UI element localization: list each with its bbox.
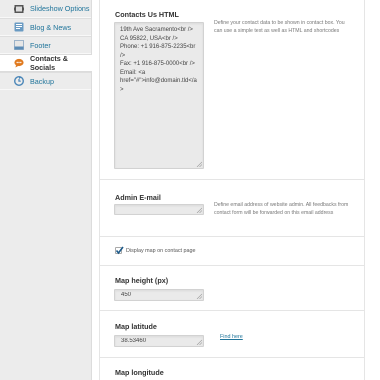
map-latitude-input[interactable] <box>121 337 197 344</box>
map-latitude-field-wrap <box>114 335 204 347</box>
contacts-html-description: Define your contact data to be shown in … <box>214 20 345 34</box>
settings-content: Contacts Us HTML 19th Ave Sacramento<br … <box>99 0 365 380</box>
backup-icon <box>14 76 24 86</box>
sidebar-item-slideshow-options[interactable]: Slideshow Options <box>0 0 91 18</box>
map-height-field-wrap <box>114 289 204 301</box>
main-panel: Contacts Us HTML 19th Ave Sacramento<br … <box>92 0 380 380</box>
sidebar-item-footer[interactable]: Footer <box>0 36 91 54</box>
map-height-input[interactable] <box>121 291 197 298</box>
contacts-html-section: Contacts Us HTML 19th Ave Sacramento<br … <box>100 0 364 180</box>
admin-email-field-wrap <box>114 204 204 215</box>
display-map-section: Display map on contact page <box>100 237 364 266</box>
display-map-label: Display map on contact page <box>126 247 196 254</box>
checkmark-icon <box>115 246 124 255</box>
map-height-section: Map height (px) <box>100 266 364 311</box>
resize-grip-icon <box>196 293 202 299</box>
map-longitude-label: Map longitude <box>115 368 164 377</box>
admin-email-description: Define email address of website admin. A… <box>214 202 349 216</box>
sidebar-item-backup[interactable]: Backup <box>0 72 91 90</box>
resize-grip-icon[interactable] <box>196 161 202 167</box>
find-here-link[interactable]: Find here <box>220 334 243 340</box>
sidebar-item-contacts-socials[interactable]: Contacts & Socials <box>0 54 92 72</box>
admin-email-label: Admin E-mail <box>115 193 161 202</box>
admin-email-section: Admin E-mail Define email address of web… <box>100 180 364 237</box>
sidebar-item-label: Slideshow Options <box>30 4 90 13</box>
sidebar-item-label: Backup <box>30 76 54 86</box>
admin-email-input[interactable] <box>120 206 198 212</box>
map-longitude-section: Map longitude <box>100 358 364 380</box>
map-latitude-label: Map latitude <box>115 322 157 331</box>
slideshow-icon <box>14 4 24 14</box>
map-height-label: Map height (px) <box>115 276 169 285</box>
sidebar: Slideshow Options Blog & News Footer Con… <box>0 0 92 380</box>
display-map-row: Display map on contact page <box>115 246 196 255</box>
sidebar-item-label: Footer <box>30 40 51 50</box>
map-latitude-section: Map latitude Find here <box>100 311 364 358</box>
sidebar-item-label: Contacts & Socials <box>30 54 68 72</box>
sidebar-item-label: Blog & News <box>30 22 72 32</box>
resize-grip-icon <box>196 207 202 213</box>
footer-icon <box>14 40 24 50</box>
contacts-html-textarea-wrap: 19th Ave Sacramento<br /> CA 95822, USA<… <box>114 22 204 169</box>
resize-grip-icon <box>196 339 202 345</box>
blog-icon <box>14 22 24 32</box>
contacts-html-label: Contacts Us HTML <box>115 10 179 19</box>
contacts-icon <box>14 58 24 68</box>
sidebar-item-blog-news[interactable]: Blog & News <box>0 18 91 36</box>
contacts-html-textarea[interactable]: 19th Ave Sacramento<br /> CA 95822, USA<… <box>120 26 198 165</box>
display-map-checkbox[interactable] <box>115 246 124 255</box>
